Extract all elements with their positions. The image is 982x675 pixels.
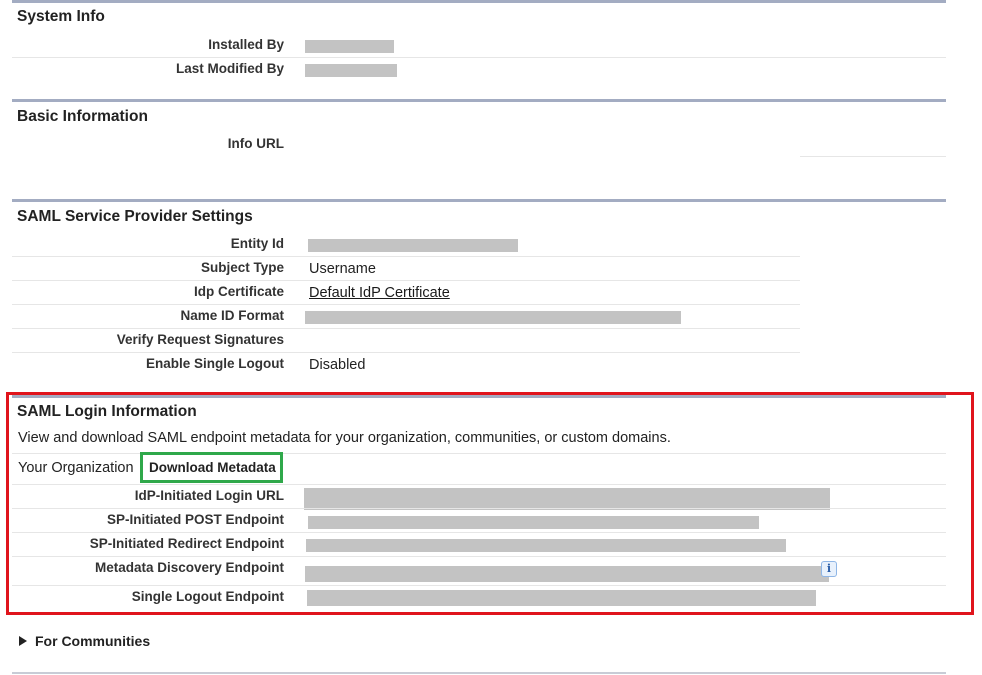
saml-login-description: View and download SAML endpoint metadata… <box>18 430 671 446</box>
redacted-last-modified-by <box>305 64 397 77</box>
label-metadata-discovery-endpoint: Metadata Discovery Endpoint <box>94 560 284 575</box>
download-metadata-button[interactable]: Download Metadata <box>149 460 276 475</box>
section-title-system-info: System Info <box>17 8 105 25</box>
label-sp-initiated-post-endpoint: SP-Initiated POST Endpoint <box>107 512 284 527</box>
row-separator <box>12 57 946 58</box>
label-single-logout-endpoint: Single Logout Endpoint <box>131 589 284 604</box>
for-communities-toggle[interactable]: For Communities <box>35 633 150 649</box>
section-divider <box>12 0 946 3</box>
expand-triangle-icon[interactable] <box>19 636 27 646</box>
label-enable-single-logout: Enable Single Logout <box>146 356 284 371</box>
value-enable-single-logout: Disabled <box>309 357 366 373</box>
label-verify-request-signatures: Verify Request Signatures <box>116 332 284 347</box>
your-organization-label: Your Organization <box>18 460 134 476</box>
row-separator <box>12 484 946 485</box>
section-title-saml-login-info: SAML Login Information <box>17 403 197 420</box>
redacted-single-logout-endpoint <box>307 590 816 606</box>
label-idp-initiated-login-url: IdP-Initiated Login URL <box>134 488 284 503</box>
value-subject-type: Username <box>309 261 376 277</box>
info-icon[interactable]: i <box>821 561 837 577</box>
row-separator <box>12 532 946 533</box>
section-divider <box>12 199 946 202</box>
row-separator <box>12 556 946 557</box>
section-title-basic-information: Basic Information <box>17 108 148 125</box>
label-subject-type: Subject Type <box>200 260 284 275</box>
redacted-metadata-discovery-endpoint <box>305 566 829 582</box>
redacted-sp-initiated-redirect-endpoint <box>306 539 786 552</box>
row-separator <box>12 280 800 281</box>
label-info-url: Info URL <box>227 136 284 151</box>
row-separator <box>12 352 800 353</box>
label-sp-initiated-redirect-endpoint: SP-Initiated Redirect Endpoint <box>89 536 284 551</box>
row-separator <box>12 304 800 305</box>
section-divider <box>12 99 946 102</box>
section-title-saml-sp-settings: SAML Service Provider Settings <box>17 208 253 225</box>
label-name-id-format: Name ID Format <box>180 308 284 323</box>
redacted-installed-by <box>305 40 394 53</box>
section-divider <box>12 672 946 674</box>
label-installed-by: Installed By <box>208 37 284 52</box>
row-separator <box>12 508 946 509</box>
row-separator <box>12 328 800 329</box>
row-separator <box>12 256 800 257</box>
row-separator <box>12 585 946 586</box>
redacted-entity-id <box>308 239 518 252</box>
row-separator <box>800 156 946 157</box>
redacted-name-id-format <box>305 311 681 324</box>
label-idp-certificate: Idp Certificate <box>193 284 284 299</box>
idp-certificate-link[interactable]: Default IdP Certificate <box>309 285 450 301</box>
redacted-idp-initiated-login-url <box>304 488 830 510</box>
label-entity-id: Entity Id <box>230 236 284 251</box>
label-last-modified-by: Last Modified By <box>175 61 284 76</box>
redacted-sp-initiated-post-endpoint <box>308 516 759 529</box>
